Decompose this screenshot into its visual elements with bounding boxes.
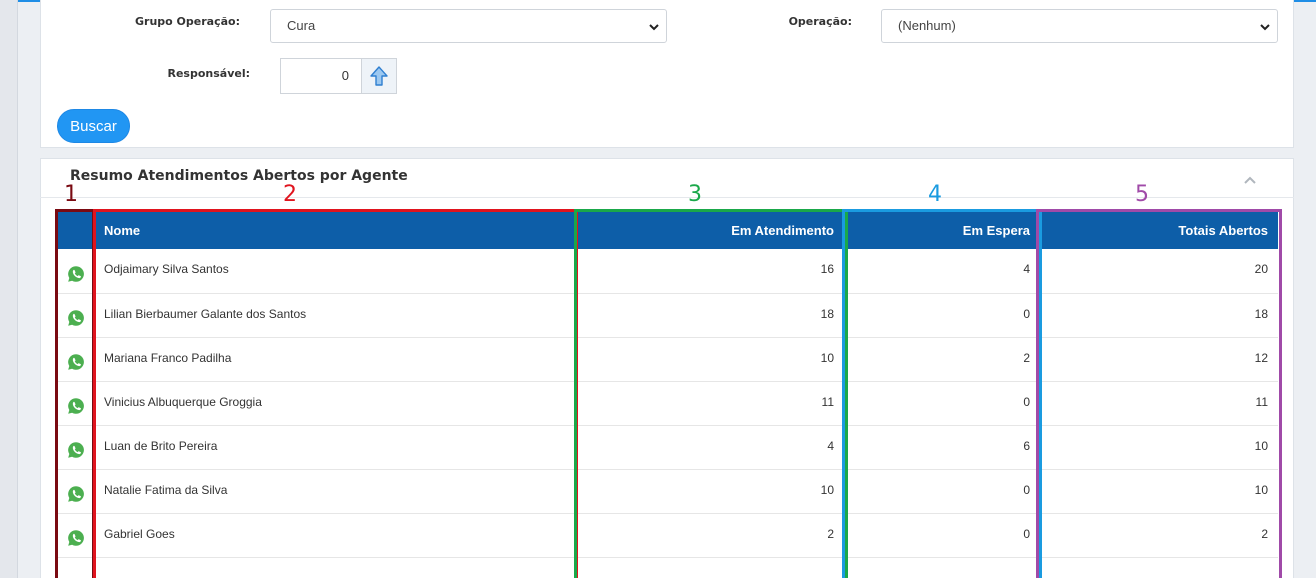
arrow-up-icon (370, 66, 388, 86)
annotation-box-2 (93, 209, 578, 578)
annotation-box-5 (1036, 209, 1282, 578)
title-separator (40, 197, 1294, 198)
annotation-box-3 (574, 209, 848, 578)
operacao-label: Operação: (788, 15, 852, 28)
annotation-box-4 (842, 209, 1042, 578)
responsavel-label: Responsável: (167, 67, 250, 80)
operacao-select[interactable]: (Nenhum) (881, 9, 1278, 43)
annotation-number-2: 2 (283, 182, 297, 207)
chevron-up-icon[interactable] (1242, 174, 1258, 186)
left-rail (0, 0, 18, 578)
chevron-down-icon (1260, 24, 1270, 31)
grupo-operacao-select[interactable]: Cura (270, 9, 667, 43)
annotation-number-3: 3 (688, 182, 702, 207)
annotation-box-1 (55, 209, 95, 578)
grupo-operacao-label: Grupo Operação: (135, 15, 240, 28)
operacao-value: (Nenhum) (898, 18, 956, 33)
grupo-operacao-value: Cura (287, 18, 316, 33)
chevron-down-icon (649, 24, 659, 31)
results-title: Resumo Atendimentos Abertos por Agente (70, 168, 408, 184)
annotation-number-1: 1 (64, 182, 78, 207)
annotation-number-4: 4 (928, 182, 942, 207)
annotation-number-5: 5 (1135, 182, 1149, 207)
buscar-button[interactable]: Buscar (57, 109, 130, 143)
responsavel-lookup-button[interactable] (361, 58, 397, 94)
responsavel-input[interactable]: 0 (280, 58, 361, 94)
